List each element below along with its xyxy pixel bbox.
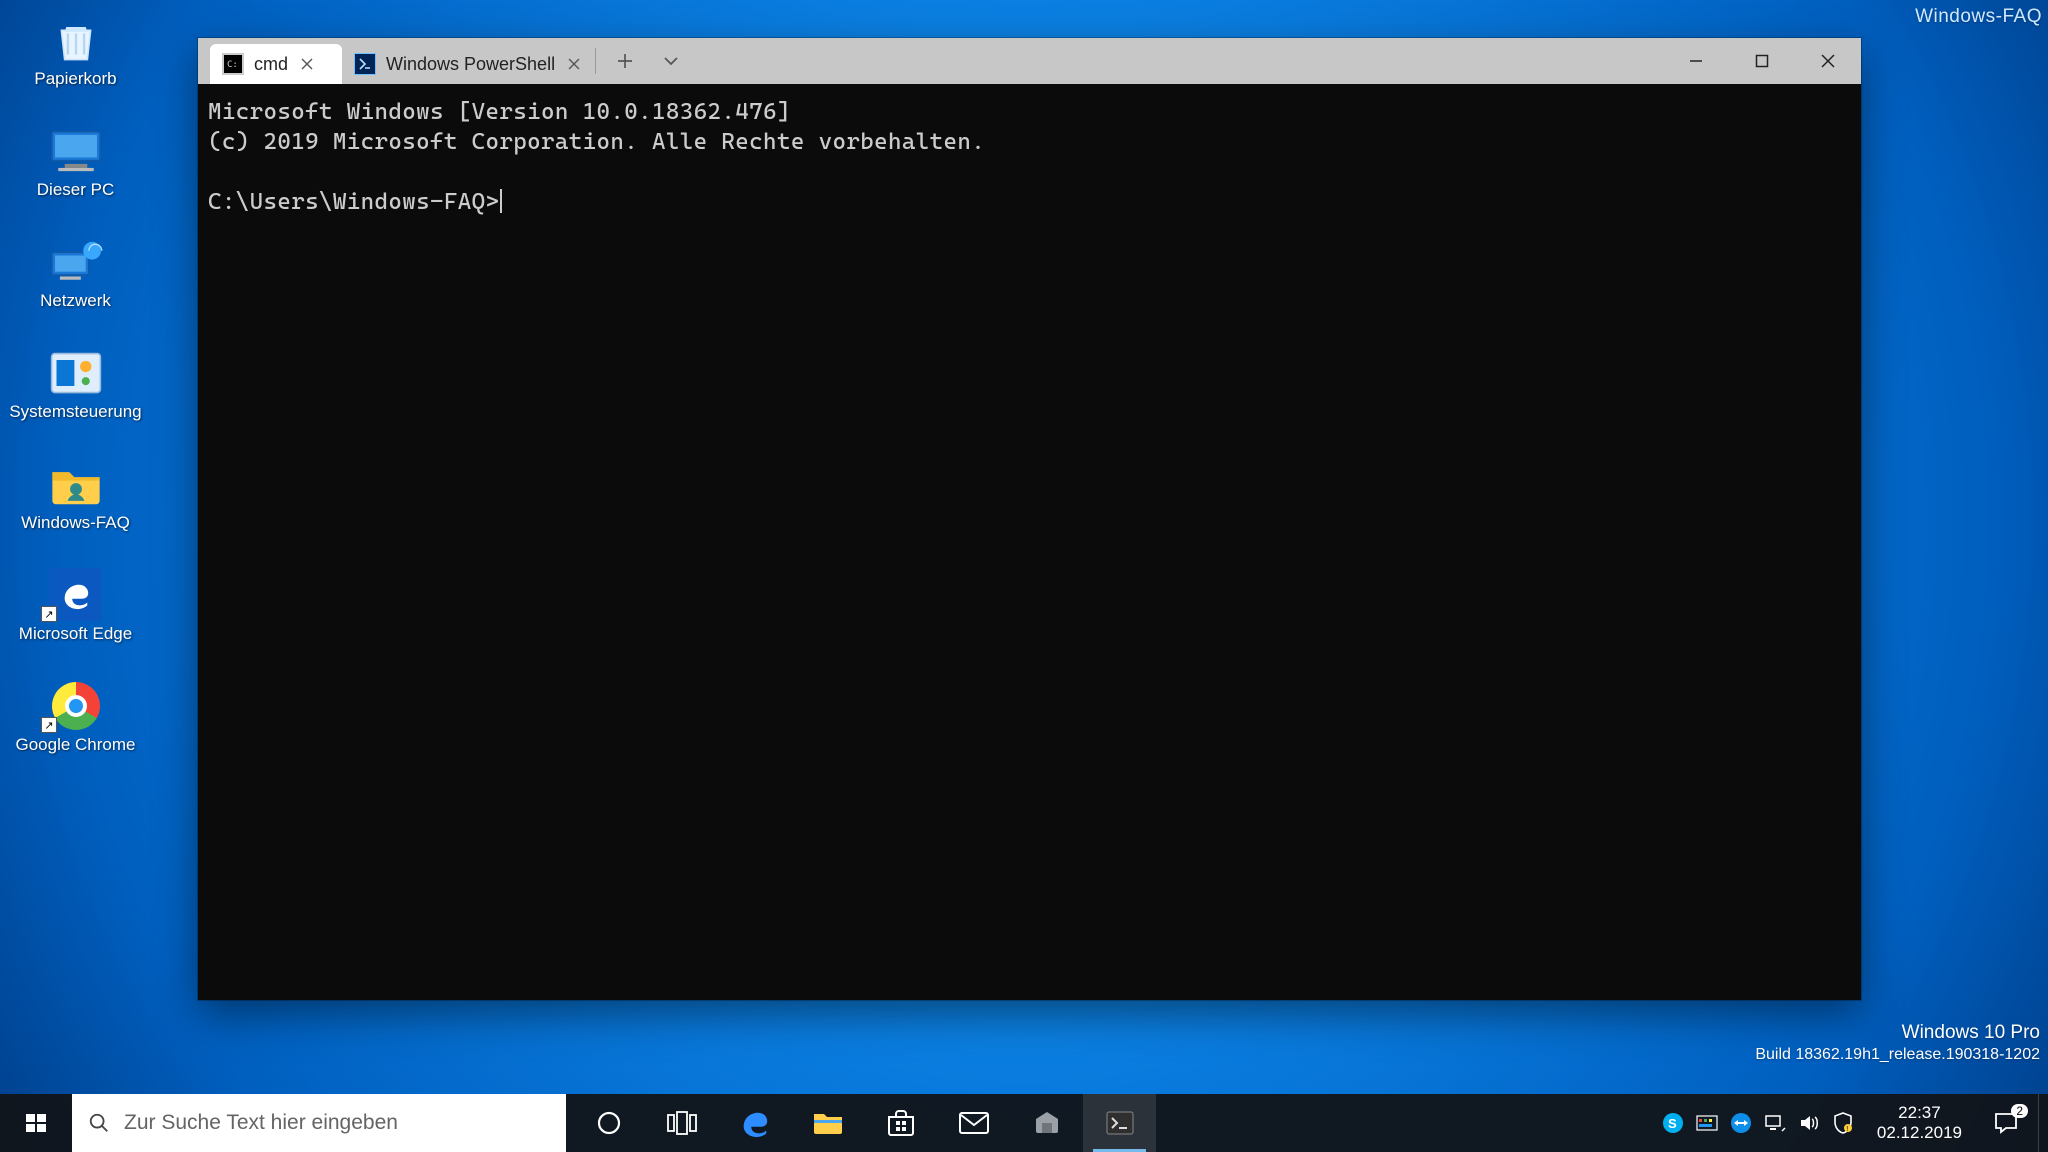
start-button[interactable] [0, 1094, 72, 1152]
desktop-icon-label: Dieser PC [8, 180, 143, 200]
tab-cmd[interactable]: C: cmd [210, 44, 342, 84]
close-button[interactable] [1795, 38, 1861, 84]
desktop-icon-label: Systemsteuerung [8, 402, 143, 422]
notification-badge: 2 [2011, 1104, 2028, 1118]
desktop-icon-windows-faq[interactable]: Windows-FAQ [8, 456, 143, 561]
desktop-icon-label: Netzwerk [8, 291, 143, 311]
tray-security-icon[interactable]: ! [1831, 1111, 1855, 1135]
tray-skype-icon[interactable]: S [1661, 1111, 1685, 1135]
powershell-icon [354, 53, 376, 75]
action-center-button[interactable]: 2 [1974, 1094, 2038, 1152]
taskbar-apps [566, 1094, 1156, 1152]
taskbar-app-grey-button[interactable] [1010, 1094, 1083, 1152]
search-placeholder: Zur Suche Text hier eingeben [124, 1111, 398, 1135]
svg-text:C:: C: [227, 60, 238, 69]
terminal-line: (c) 2019 Microsoft Corporation. Alle Rec… [208, 129, 985, 155]
desktop-icon-label: Microsoft Edge [8, 624, 143, 644]
system-tray[interactable]: S ! [1651, 1094, 1865, 1152]
windows-edition-label: Windows 10 Pro [1755, 1022, 2040, 1044]
maximize-button[interactable] [1729, 38, 1795, 84]
terminal-window[interactable]: C: cmd Windows PowerShell [198, 38, 1861, 1000]
tab-controls [596, 38, 700, 84]
desktop-version-overlay: Windows 10 Pro Build 18362.19h1_release.… [1755, 1022, 2040, 1064]
taskbar-cortana-button[interactable] [572, 1094, 645, 1152]
taskbar-task-view-button[interactable] [645, 1094, 718, 1152]
desktop-icon-network[interactable]: Netzwerk [8, 234, 143, 339]
tray-teamviewer-icon[interactable] [1729, 1111, 1753, 1135]
window-controls [1663, 38, 1861, 84]
taskbar-file-explorer-button[interactable] [791, 1094, 864, 1152]
mail-icon [958, 1111, 990, 1135]
task-view-icon [667, 1111, 697, 1135]
store-icon [886, 1109, 916, 1137]
tab-close-button[interactable] [565, 55, 583, 73]
svg-text:!: ! [1846, 1126, 1848, 1133]
cortana-icon [596, 1110, 622, 1136]
tab-dropdown-button[interactable] [648, 38, 694, 84]
svg-text:S: S [1668, 1116, 1677, 1131]
network-icon [41, 234, 111, 289]
taskbar-search-box[interactable]: Zur Suche Text hier eingeben [72, 1094, 566, 1152]
taskbar-right: S ! 22:37 02.12.2019 2 [1651, 1094, 2048, 1152]
new-tab-button[interactable] [602, 38, 648, 84]
recycle-bin-icon [41, 12, 111, 67]
control-panel-icon [41, 345, 111, 400]
taskbar-left: Zur Suche Text hier eingeben [0, 1094, 566, 1152]
windows-build-label: Build 18362.19h1_release.190318-1202 [1755, 1046, 2040, 1064]
taskbar-mail-button[interactable] [937, 1094, 1010, 1152]
taskbar: Zur Suche Text hier eingeben [0, 1094, 2048, 1152]
tab-close-button[interactable] [298, 55, 316, 73]
desktop-icon-chrome[interactable]: ↗ Google Chrome [8, 678, 143, 783]
tab-label: Windows PowerShell [386, 54, 555, 75]
file-explorer-icon [812, 1110, 844, 1136]
tray-keyboard-icon[interactable] [1695, 1111, 1719, 1135]
desktop-icon-edge[interactable]: ↗ Microsoft Edge [8, 567, 143, 672]
minimize-button[interactable] [1663, 38, 1729, 84]
grey-app-icon [1032, 1109, 1062, 1137]
search-icon [88, 1112, 110, 1134]
shortcut-arrow-icon: ↗ [41, 606, 57, 622]
windows-logo-icon [24, 1111, 48, 1135]
terminal-cursor [500, 189, 502, 213]
desktop-icon-this-pc[interactable]: Dieser PC [8, 123, 143, 228]
taskbar-microsoft-store-button[interactable] [864, 1094, 937, 1152]
folder-user-icon [41, 456, 111, 511]
tray-network-icon[interactable] [1763, 1111, 1787, 1135]
shortcut-arrow-icon: ↗ [41, 717, 57, 733]
this-pc-icon [41, 123, 111, 178]
edge-icon [740, 1108, 770, 1138]
watermark-text: Windows-FAQ [1915, 6, 2042, 28]
tray-volume-icon[interactable] [1797, 1111, 1821, 1135]
clock-time: 22:37 [1898, 1103, 1941, 1123]
taskbar-terminal-button[interactable] [1083, 1094, 1156, 1152]
desktop-icon-recycle-bin[interactable]: Papierkorb [8, 12, 143, 117]
taskbar-clock[interactable]: 22:37 02.12.2019 [1865, 1094, 1974, 1152]
tab-strip: C: cmd Windows PowerShell [198, 38, 1663, 84]
desktop-icon-control-panel[interactable]: Systemsteuerung [8, 345, 143, 450]
terminal-body[interactable]: Microsoft Windows [Version 10.0.18362.47… [198, 84, 1861, 1000]
cmd-icon: C: [222, 53, 244, 75]
show-desktop-button[interactable] [2038, 1094, 2048, 1152]
taskbar-edge-button[interactable] [718, 1094, 791, 1152]
window-titlebar[interactable]: C: cmd Windows PowerShell [198, 38, 1861, 84]
desktop-icons: Papierkorb Dieser PC Netzwerk [8, 6, 143, 783]
terminal-line: Microsoft Windows [Version 10.0.18362.47… [208, 99, 791, 125]
desktop-icon-label: Windows-FAQ [8, 513, 143, 533]
clock-date: 02.12.2019 [1877, 1123, 1962, 1143]
tab-label: cmd [254, 54, 288, 75]
terminal-prompt: C:\Users\Windows-FAQ> [208, 189, 499, 215]
desktop-icon-label: Google Chrome [8, 735, 143, 755]
desktop-icon-label: Papierkorb [8, 69, 143, 89]
tab-powershell[interactable]: Windows PowerShell [342, 44, 595, 84]
terminal-icon [1105, 1110, 1135, 1136]
